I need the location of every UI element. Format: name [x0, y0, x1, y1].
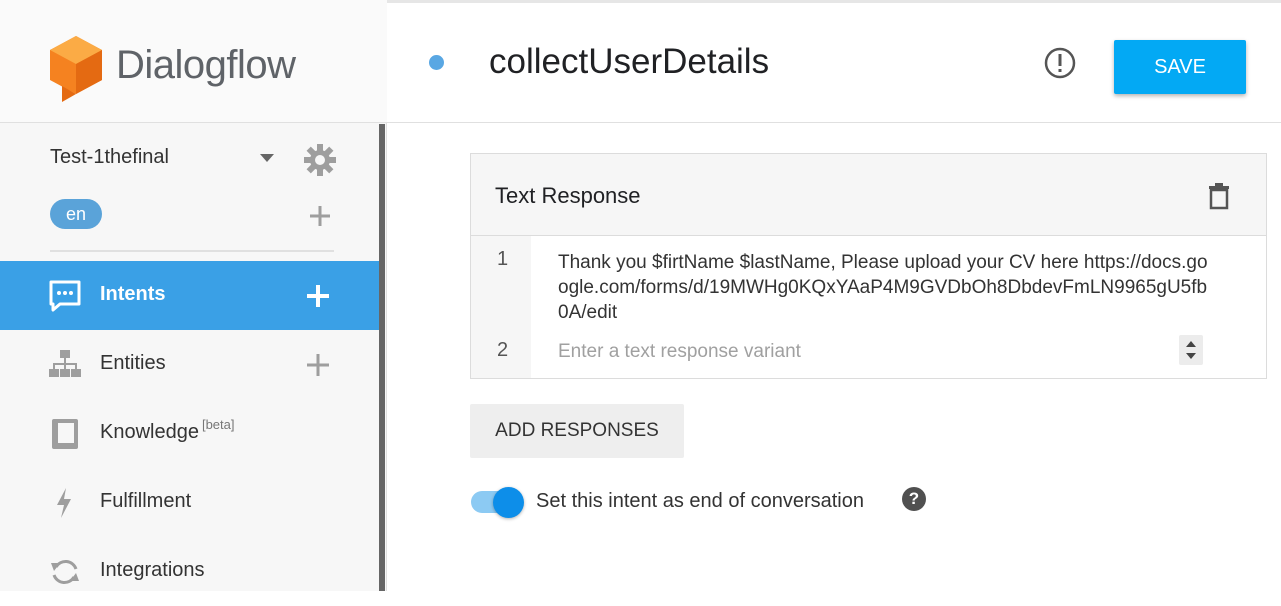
sidebar-item-label: Integrations	[100, 559, 205, 581]
toggle-knob	[493, 487, 524, 518]
line-number: 1	[497, 248, 509, 270]
sidebar-item-integrations[interactable]: Integrations	[0, 537, 379, 606]
sidebar-item-fulfillment[interactable]: Fulfillment	[0, 468, 379, 537]
end-of-conversation-label: Set this intent as end of conversation	[536, 490, 864, 512]
sidebar-item-intents[interactable]: Intents	[0, 261, 379, 330]
gear-icon[interactable]	[302, 142, 338, 178]
response-text-1[interactable]: Thank you $firtName $lastName, Please up…	[558, 250, 1208, 325]
lightning-icon	[57, 488, 71, 518]
sidebar-item-label: Knowledge [beta]	[100, 417, 235, 443]
add-entity-icon[interactable]	[306, 353, 330, 377]
line-number: 2	[497, 339, 509, 361]
sidebar-item-label: Intents	[100, 283, 166, 305]
add-responses-button[interactable]: ADD RESPONSES	[470, 404, 684, 458]
sidebar-item-label: Entities	[100, 352, 166, 374]
dialogflow-logo-icon	[50, 36, 102, 102]
response-variant-input[interactable]	[558, 339, 1158, 365]
agent-name[interactable]: Test-1thefinal	[50, 146, 169, 169]
sidebar-item-label: Fulfillment	[100, 490, 192, 512]
beta-badge: [beta]	[201, 417, 235, 432]
trash-icon[interactable]	[1207, 182, 1231, 210]
status-dot	[429, 55, 444, 70]
add-intent-icon[interactable]	[306, 284, 330, 308]
sidebar-item-entities[interactable]: Entities	[0, 330, 379, 399]
sidebar: Dialogflow Test-1thefinal en Intents Ent…	[0, 0, 387, 591]
sidebar-scrollbar[interactable]	[379, 124, 385, 591]
hierarchy-icon	[49, 350, 81, 377]
help-icon[interactable]: ?	[902, 487, 926, 511]
add-language-icon[interactable]	[308, 204, 332, 228]
sidebar-header: Dialogflow	[0, 0, 387, 123]
save-button[interactable]: SAVE	[1114, 40, 1246, 94]
end-of-conversation-toggle[interactable]	[471, 487, 525, 518]
text-response-card: Text Response 1 2 Thank you $firtName $l…	[470, 153, 1267, 379]
card-header: Text Response	[471, 154, 1266, 236]
sidebar-divider	[50, 250, 334, 252]
language-badge[interactable]: en	[50, 199, 102, 229]
book-icon	[52, 419, 78, 449]
chevron-down-icon[interactable]	[258, 152, 276, 164]
sidebar-item-knowledge[interactable]: Knowledge [beta]	[0, 399, 379, 468]
resize-stepper-icon[interactable]	[1179, 335, 1203, 365]
app-logo-text: Dialogflow	[116, 43, 296, 87]
card-title: Text Response	[495, 183, 641, 208]
intent-name-title[interactable]: collectUserDetails	[489, 42, 769, 82]
chat-bubble-icon	[49, 280, 81, 312]
sync-icon	[51, 560, 79, 584]
info-alert-icon[interactable]	[1043, 46, 1077, 80]
